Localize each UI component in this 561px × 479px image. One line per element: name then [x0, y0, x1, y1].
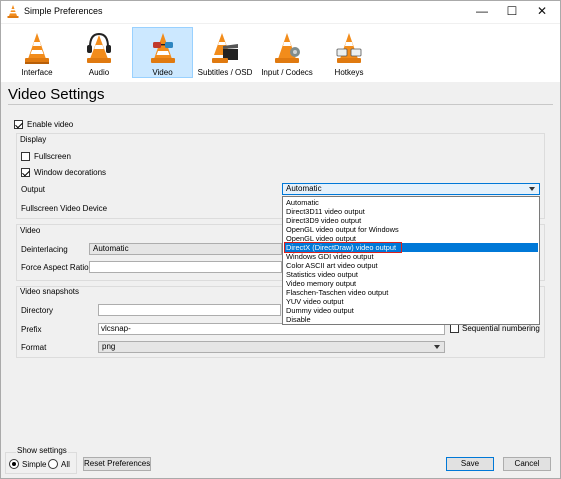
- output-option[interactable]: Direct3D11 video output: [284, 207, 538, 216]
- output-label: Output: [21, 185, 46, 194]
- display-group-title: Display: [20, 135, 47, 144]
- clapperboard-cone-icon: [212, 33, 238, 63]
- chevron-down-icon: [434, 345, 440, 349]
- category-interface-label: Interface: [21, 68, 53, 77]
- force-aspect-ratio-label: Force Aspect Ratio: [21, 263, 89, 272]
- window-title: Simple Preferences: [24, 6, 103, 16]
- all-radio-label: All: [61, 460, 70, 469]
- output-option[interactable]: Dummy video output: [284, 306, 538, 315]
- output-option[interactable]: YUV video output: [284, 297, 538, 306]
- video-snapshots-group-title: Video snapshots: [20, 287, 80, 296]
- window-decorations-label: Window decorations: [34, 168, 107, 177]
- output-option[interactable]: Flaschen-Taschen video output: [284, 288, 538, 297]
- category-audio[interactable]: Audio: [70, 27, 128, 78]
- all-radio[interactable]: [48, 459, 58, 469]
- video-group-title: Video: [20, 226, 41, 235]
- hotkeys-cone-icon: [336, 33, 362, 63]
- deinterlacing-label: Deinterlacing: [21, 245, 68, 254]
- vlc-cone-icon: [25, 33, 49, 64]
- directory-input[interactable]: [98, 304, 281, 316]
- category-input-codecs[interactable]: Input / Codecs: [257, 27, 317, 78]
- output-option[interactable]: Windows GDI video output: [284, 252, 538, 261]
- maximize-button[interactable]: ☐: [497, 2, 527, 20]
- output-option[interactable]: Disable: [284, 315, 538, 324]
- format-select[interactable]: png: [98, 341, 445, 353]
- output-select-value: Automatic: [286, 184, 322, 193]
- directory-label: Directory: [21, 306, 54, 315]
- deinterlacing-select-value: Automatic: [93, 244, 129, 253]
- minimize-button[interactable]: —: [467, 2, 497, 20]
- sequential-numbering-label: Sequential numbering: [462, 324, 540, 333]
- category-audio-label: Audio: [88, 68, 110, 77]
- category-subtitles-osd-label: Subtitles / OSD: [197, 68, 253, 77]
- category-subtitles-osd[interactable]: Subtitles / OSD: [195, 27, 255, 78]
- show-settings-title: Show settings: [16, 446, 68, 455]
- category-interface[interactable]: Interface: [8, 27, 66, 78]
- enable-video-label: Enable video: [27, 120, 74, 129]
- format-select-value: png: [102, 342, 116, 351]
- category-hotkeys[interactable]: Hotkeys: [320, 27, 378, 78]
- heading-divider: [8, 104, 553, 105]
- save-button[interactable]: Save: [446, 457, 494, 471]
- category-video[interactable]: Video: [132, 27, 193, 78]
- chevron-down-icon: [529, 187, 535, 191]
- simple-radio[interactable]: [9, 459, 19, 469]
- deinterlacing-select[interactable]: Automatic: [89, 243, 282, 255]
- output-option[interactable]: Automatic: [284, 198, 538, 207]
- window-decorations-checkbox[interactable]: [21, 168, 30, 177]
- simple-radio-label: Simple: [22, 460, 47, 469]
- output-option[interactable]: Statistics video output: [284, 270, 538, 279]
- prefix-label: Prefix: [21, 325, 42, 334]
- enable-video-checkbox[interactable]: [14, 120, 23, 129]
- output-option[interactable]: Direct3D9 video output: [284, 216, 538, 225]
- fullscreen-label: Fullscreen: [34, 152, 71, 161]
- close-button[interactable]: ✕: [527, 2, 557, 20]
- cancel-button[interactable]: Cancel: [503, 457, 551, 471]
- network-cone-icon: [275, 33, 300, 63]
- output-dropdown-list: Automatic Direct3D11 video output Direct…: [282, 196, 540, 325]
- output-option[interactable]: Color ASCII art video output: [284, 261, 538, 270]
- fullscreen-checkbox[interactable]: [21, 152, 30, 161]
- category-hotkeys-label: Hotkeys: [334, 68, 364, 77]
- fullscreen-device-label: Fullscreen Video Device: [21, 204, 108, 213]
- headphones-cone-icon: [87, 32, 111, 63]
- format-label: Format: [21, 343, 47, 352]
- reset-preferences-button[interactable]: Reset Preferences: [83, 457, 151, 471]
- output-option[interactable]: OpenGL video output for Windows: [284, 225, 538, 234]
- glasses-cone-icon: [150, 33, 175, 63]
- category-video-label: Video: [152, 68, 173, 77]
- output-option[interactable]: Video memory output: [284, 279, 538, 288]
- category-input-codecs-label: Input / Codecs: [261, 68, 313, 77]
- vlc-cone-icon: [7, 5, 19, 18]
- page-title: Video Settings: [8, 86, 105, 103]
- sequential-numbering-checkbox[interactable]: [450, 324, 459, 333]
- aspect-ratio-input[interactable]: [89, 261, 282, 273]
- output-select[interactable]: Automatic: [282, 183, 540, 195]
